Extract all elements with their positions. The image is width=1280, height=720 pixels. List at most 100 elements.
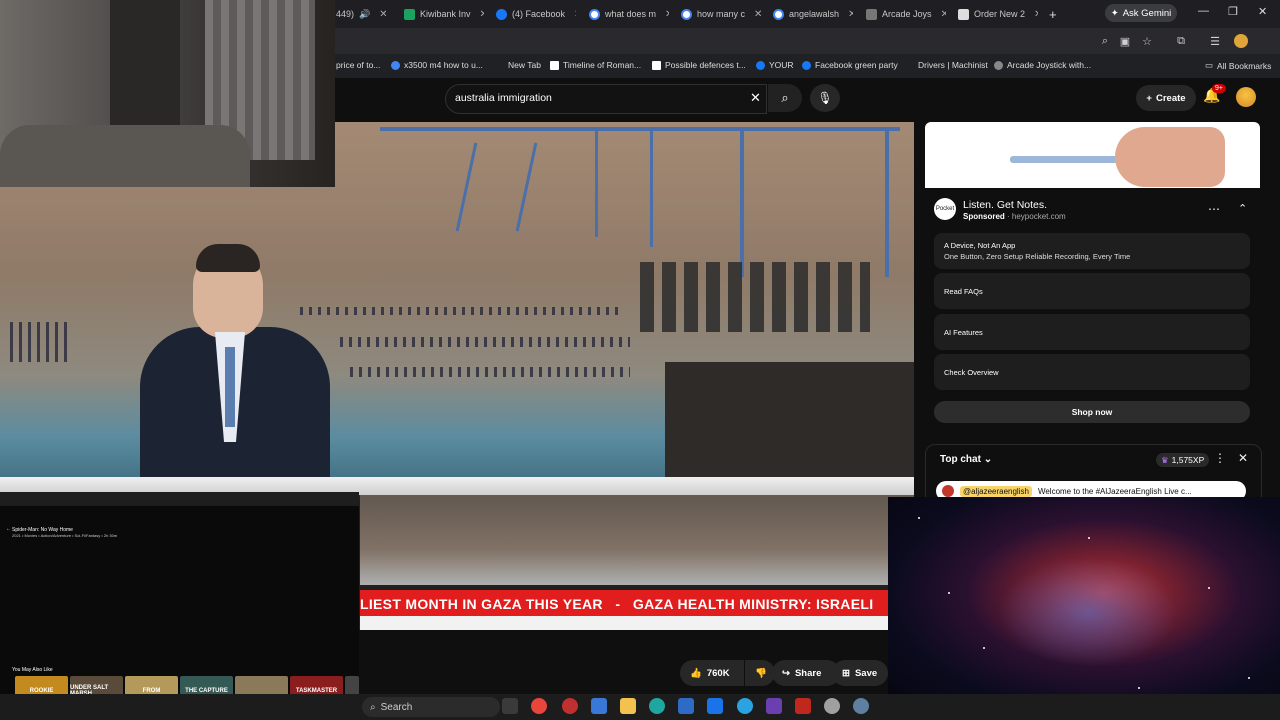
close-tab-icon[interactable]: ✕ — [570, 9, 576, 20]
ask-gemini-button[interactable]: ✦ Ask Gemini — [1105, 4, 1177, 22]
google-icon — [589, 8, 600, 20]
bookmark-item[interactable]: x3500 m4 how to u... — [391, 60, 483, 70]
edge-icon[interactable] — [649, 698, 665, 714]
bookmark-item[interactable]: Possible defences t... — [652, 60, 746, 70]
app-icon[interactable] — [824, 698, 840, 714]
back-icon[interactable]: ← — [6, 526, 11, 532]
bookmark-item[interactable]: YOUR — [756, 60, 794, 70]
close-tab-icon[interactable]: ✕ — [937, 9, 946, 20]
close-tab-icon[interactable]: ✕ — [375, 9, 386, 20]
facebook-icon — [496, 8, 507, 20]
search-input[interactable]: australia immigration ✕ — [445, 84, 767, 114]
bookmark-item[interactable]: New Tab — [508, 60, 541, 70]
dislike-button[interactable]: 👎 — [745, 660, 775, 686]
share-button[interactable]: ↪ Share — [772, 660, 840, 686]
video-actions: 👍 760K 👎 ↪ Share ⊞ Save — [360, 660, 888, 686]
close-tab-icon[interactable]: ✕ — [476, 9, 484, 20]
browser-tab[interactable]: (4) Facebook ✕ — [496, 4, 576, 24]
app-icon[interactable] — [591, 698, 607, 714]
may-like-heading: You May Also Like — [12, 667, 53, 673]
zoom-icon[interactable]: ⌕ — [1098, 34, 1112, 48]
anchor-tie — [225, 347, 235, 427]
star — [1208, 587, 1210, 589]
settings-icon[interactable] — [853, 698, 869, 714]
ad-domain[interactable]: heypocket.com — [1012, 212, 1066, 221]
wikipedia-icon — [550, 60, 559, 70]
minimize-icon[interactable]: — — [1198, 5, 1209, 17]
ad-row-title: Check Overview — [944, 368, 999, 377]
overlay-tabbar — [0, 492, 359, 506]
bookmark-label: New Tab — [508, 60, 541, 70]
close-tab-icon[interactable]: ✕ — [1030, 9, 1038, 20]
like-button[interactable]: 👍 760K — [680, 660, 744, 686]
app-icon[interactable] — [766, 698, 782, 714]
browser-tab[interactable]: Order New 2 ✕ — [958, 4, 1038, 24]
taskbar-search[interactable]: ⌕ Search — [362, 697, 500, 717]
maximize-icon[interactable]: ❐ — [1228, 5, 1238, 18]
ad-device — [1010, 156, 1130, 163]
avatar[interactable] — [1236, 87, 1256, 107]
save-button[interactable]: ⊞ Save — [832, 660, 888, 686]
joystick-icon — [994, 60, 1003, 70]
search-button[interactable]: ⌕ — [768, 84, 802, 112]
close-chat-icon[interactable]: ✕ — [1238, 451, 1248, 465]
create-label: Create — [1155, 92, 1186, 104]
close-tab-icon[interactable]: ✕ — [844, 9, 853, 20]
bookmark-item[interactable]: Drivers | Machinist — [918, 60, 988, 70]
mute-icon[interactable]: 🔊 — [359, 9, 370, 20]
more-options-icon[interactable]: ⋯ — [1208, 202, 1220, 216]
ad-row-ai-features[interactable]: AI Features — [934, 314, 1250, 350]
bookmark-item[interactable]: Timeline of Roman... — [550, 60, 641, 70]
collapse-icon[interactable]: ⌃ — [1238, 202, 1247, 215]
ad-image[interactable] — [925, 122, 1260, 188]
ad-row-faqs[interactable]: Read FAQs — [934, 273, 1250, 309]
app-icon[interactable] — [678, 698, 694, 714]
bookmark-star-icon[interactable]: ☆ — [1140, 34, 1154, 48]
clear-search-icon[interactable]: ✕ — [750, 90, 761, 106]
close-tab-icon[interactable]: ✕ — [661, 9, 669, 20]
channel-avatar — [942, 485, 954, 497]
ad-row-device[interactable]: A Device, Not An App One Button, Zero Se… — [934, 233, 1250, 269]
all-bookmarks[interactable]: ▭ All Bookmarks — [1205, 60, 1271, 71]
more-options-icon[interactable]: ⋮ — [1214, 451, 1226, 465]
folder-icon: ▭ — [1205, 60, 1214, 70]
browser-tab[interactable]: Arcade Joys ✕ — [866, 4, 946, 24]
browser-tab[interactable]: Kiwibank Inv ✕ — [404, 4, 484, 24]
extensions-icon[interactable]: ⧉ — [1174, 34, 1188, 48]
sidepanel-icon[interactable]: ☰ — [1208, 34, 1222, 48]
bookmark-item[interactable]: Arcade Joystick with... — [994, 60, 1091, 70]
cast-icon[interactable]: ▣ — [1118, 34, 1132, 48]
browser-tab[interactable]: angelawalsh ✕ — [773, 4, 853, 24]
joystick-icon — [866, 8, 877, 20]
task-view-icon[interactable] — [502, 698, 518, 714]
file-explorer-icon[interactable] — [620, 698, 636, 714]
profile-icon[interactable] — [1234, 34, 1248, 48]
share-label: Share — [794, 667, 822, 679]
shop-now-button[interactable]: Shop now — [934, 401, 1250, 423]
new-tab-button[interactable]: + — [1049, 4, 1063, 24]
browser-tab[interactable]: 449) 🔊 ✕ — [336, 4, 386, 24]
xp-badge[interactable]: ♛ 1,575XP — [1156, 453, 1210, 467]
chrome-icon[interactable] — [531, 698, 547, 714]
app-icon[interactable] — [795, 698, 811, 714]
chat-title: Top chat — [940, 454, 981, 465]
ad-row-title: A Device, Not An App — [944, 241, 1016, 250]
ad-row-overview[interactable]: Check Overview — [934, 354, 1250, 390]
bookmark-item[interactable]: price of to... — [336, 60, 380, 70]
chat-mode-dropdown[interactable]: Top chat ⌄ — [940, 454, 992, 465]
ticker-text: LIEST MONTH IN GAZA THIS YEAR - GAZA HEA… — [360, 596, 874, 612]
webcam-overlay — [0, 0, 335, 187]
close-tab-icon[interactable]: ✕ — [750, 9, 761, 20]
plus-icon: + — [1146, 92, 1152, 104]
close-window-icon[interactable]: ✕ — [1258, 5, 1267, 18]
bookmark-item[interactable]: Facebook green party — [802, 60, 898, 70]
browser-tab[interactable]: what does m ✕ — [589, 4, 669, 24]
outlook-icon[interactable] — [707, 698, 723, 714]
like-count: 760K — [706, 667, 730, 679]
create-button[interactable]: + Create — [1136, 85, 1196, 111]
app-icon[interactable] — [562, 698, 578, 714]
pocket-logo: Pocket — [934, 198, 956, 220]
browser-tab[interactable]: how many c ✕ — [681, 4, 761, 24]
voice-search-button[interactable]: 🎙 — [810, 84, 840, 112]
telegram-icon[interactable] — [737, 698, 753, 714]
